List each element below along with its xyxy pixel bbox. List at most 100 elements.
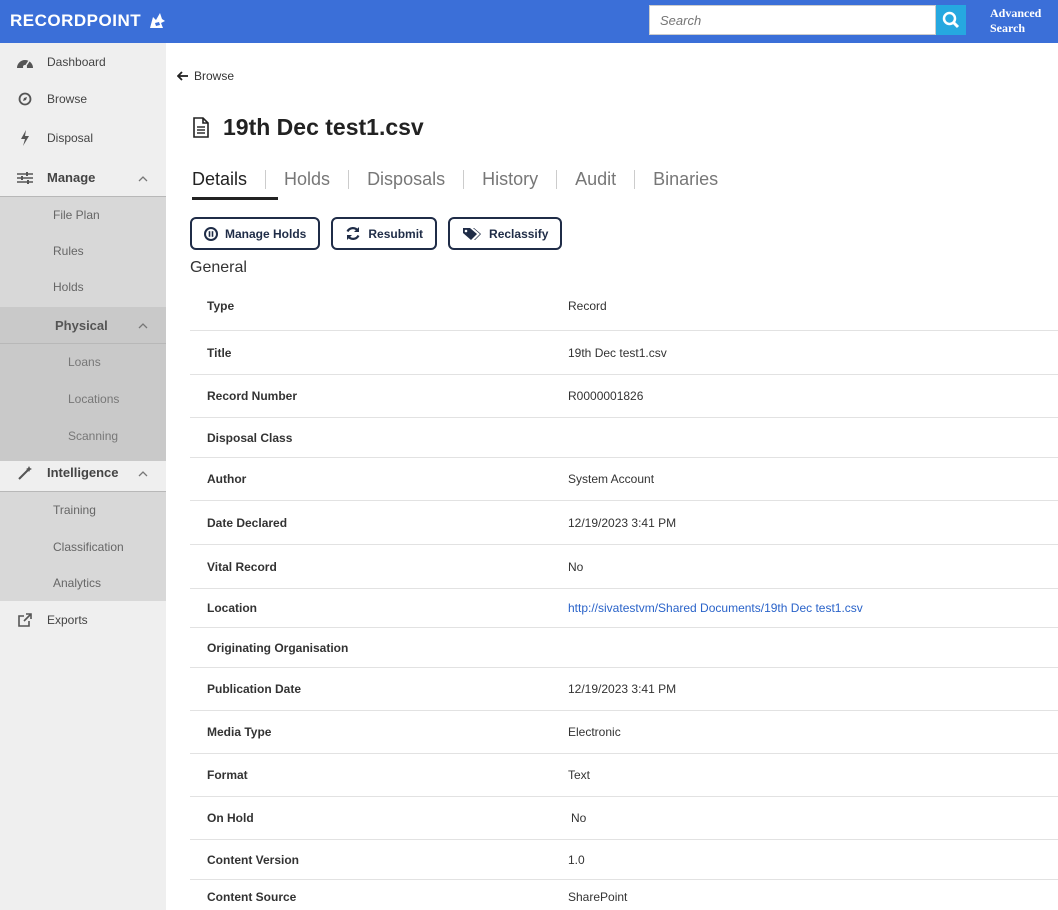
sidebar-label-exports: Exports — [47, 612, 88, 627]
property-key: Originating Organisation — [207, 640, 349, 655]
advanced-search-link[interactable]: Advanced Search — [990, 6, 1041, 36]
sidebar-section-manage[interactable]: Manage — [0, 159, 166, 196]
property-key: Disposal Class — [207, 430, 293, 445]
back-link-label: Browse — [194, 69, 235, 83]
advanced-search-label-1: Advanced — [990, 6, 1042, 20]
sidebar-item-scanning[interactable]: Scanning — [0, 418, 166, 454]
chevron-up-icon — [138, 171, 148, 185]
sidebar-item-exports[interactable]: Exports — [0, 601, 166, 638]
tab-bar: Details Holds Disposals History Audit Bi… — [192, 166, 718, 192]
reclassify-label: Reclassify — [489, 226, 549, 241]
sidebar-label-physical: Physical — [55, 317, 108, 333]
advanced-search-label-2: Search — [990, 21, 1026, 35]
table-row: On Hold No — [190, 797, 1058, 840]
document-icon — [193, 117, 209, 138]
page-title-wrap: 19th Dec test1.csv — [193, 114, 424, 141]
sidebar-label-training: Training — [53, 503, 96, 517]
sidebar-item-locations[interactable]: Locations — [0, 381, 166, 417]
table-row: Disposal Class — [190, 418, 1058, 458]
sidebar-section-physical[interactable]: Physical — [0, 307, 166, 343]
manage-submenu: File Plan Rules Holds Physical Loans Loc… — [0, 197, 166, 461]
sidebar-label-disposal: Disposal — [47, 130, 94, 145]
tab-binaries[interactable]: Binaries — [653, 169, 718, 190]
table-row: Format Text — [190, 754, 1058, 797]
property-value: 12/19/2023 3:41 PM — [568, 515, 677, 530]
table-row: Vital Record No — [190, 545, 1058, 589]
sidebar-label-dashboard: Dashboard — [47, 54, 106, 69]
sidebar-label-intelligence: Intelligence — [47, 465, 119, 480]
tab-details[interactable]: Details — [192, 169, 247, 190]
property-key: Record Number — [207, 389, 298, 403]
search-input[interactable] — [649, 5, 936, 35]
sidebar-item-loans[interactable]: Loans — [0, 344, 166, 380]
sidebar-label-scanning: Scanning — [68, 429, 119, 443]
property-key: Vital Record — [207, 559, 277, 574]
sidebar-label-file-plan: File Plan — [53, 208, 100, 222]
property-value: Record — [568, 299, 607, 313]
tab-disposals[interactable]: Disposals — [367, 169, 445, 190]
tags-icon — [463, 227, 482, 240]
sidebar-label-holds: Holds — [53, 280, 84, 294]
tab-audit[interactable]: Audit — [575, 169, 616, 190]
sidebar-item-classification[interactable]: Classification — [0, 529, 166, 565]
tab-separator — [265, 169, 267, 189]
external-link-icon — [16, 611, 34, 629]
sidebar-label-analytics: Analytics — [53, 576, 102, 590]
property-key: Title — [207, 345, 232, 360]
resubmit-label: Resubmit — [368, 226, 424, 241]
app-logo[interactable]: RECORDPOINT — [10, 11, 167, 31]
property-value: Text — [568, 768, 591, 782]
physical-submenu: Physical Loans Locations Scanning — [0, 307, 166, 461]
manage-holds-button[interactable]: Manage Holds — [190, 217, 321, 250]
table-row: Content Version 1.0 — [190, 840, 1058, 880]
reclassify-button[interactable]: Reclassify — [448, 217, 563, 250]
property-value: SharePoint — [568, 890, 628, 904]
tab-history[interactable]: History — [482, 169, 538, 190]
table-row: Author System Account — [190, 458, 1058, 501]
table-row: Location http://sivatestvm/Shared Docume… — [190, 589, 1058, 628]
top-bar: RECORDPOINT Advanced Search — [0, 0, 1058, 43]
sidebar-section-intelligence[interactable]: Intelligence — [0, 454, 166, 491]
pause-circle-icon — [204, 226, 218, 241]
property-key: Location — [207, 601, 257, 615]
table-row: Media Type Electronic — [190, 711, 1058, 754]
page-title: 19th Dec test1.csv — [223, 114, 424, 140]
chevron-up-icon — [138, 466, 148, 480]
sidebar-item-dashboard[interactable]: Dashboard — [0, 43, 166, 80]
search-button[interactable] — [936, 5, 966, 35]
back-to-browse-link[interactable]: Browse — [177, 69, 234, 83]
arrow-left-icon — [177, 71, 188, 81]
sidebar-label-rules: Rules — [53, 244, 84, 258]
logo-mascot-icon — [150, 13, 166, 28]
sidebar-label-locations: Locations — [68, 392, 120, 406]
table-row: Type Record — [190, 282, 1058, 331]
property-key: Content Source — [207, 890, 297, 904]
property-value: 19th Dec test1.csv — [568, 345, 667, 360]
table-row: Originating Organisation — [190, 628, 1058, 668]
property-value: R0000001826 — [568, 389, 644, 403]
sidebar-label-manage: Manage — [47, 170, 96, 185]
sidebar: Dashboard Browse Disposal Manage File Pl… — [0, 43, 166, 910]
refresh-icon — [346, 227, 360, 240]
table-row: Content Source SharePoint — [190, 880, 1058, 910]
table-row: Record Number R0000001826 — [190, 375, 1058, 418]
sidebar-item-file-plan[interactable]: File Plan — [0, 197, 166, 233]
sidebar-label-classification: Classification — [53, 540, 124, 554]
dashboard-gauge-icon — [16, 53, 34, 71]
sidebar-item-browse[interactable]: Browse — [0, 80, 166, 117]
sidebar-item-rules[interactable]: Rules — [0, 233, 166, 269]
location-link[interactable]: http://sivatestvm/Shared Documents/19th … — [568, 601, 863, 615]
resubmit-button[interactable]: Resubmit — [331, 217, 438, 250]
tab-holds[interactable]: Holds — [284, 169, 330, 190]
chevron-up-icon — [138, 318, 148, 332]
sidebar-item-training[interactable]: Training — [0, 492, 166, 528]
tab-separator — [463, 169, 465, 189]
tab-separator — [348, 169, 350, 189]
property-key: Publication Date — [207, 682, 302, 696]
sidebar-item-holds[interactable]: Holds — [0, 269, 166, 305]
property-value: No — [571, 811, 587, 825]
sidebar-item-disposal[interactable]: Disposal — [0, 119, 166, 156]
sidebar-item-analytics[interactable]: Analytics — [0, 565, 166, 601]
property-key: Type — [207, 299, 235, 313]
manage-holds-label: Manage Holds — [225, 226, 307, 241]
